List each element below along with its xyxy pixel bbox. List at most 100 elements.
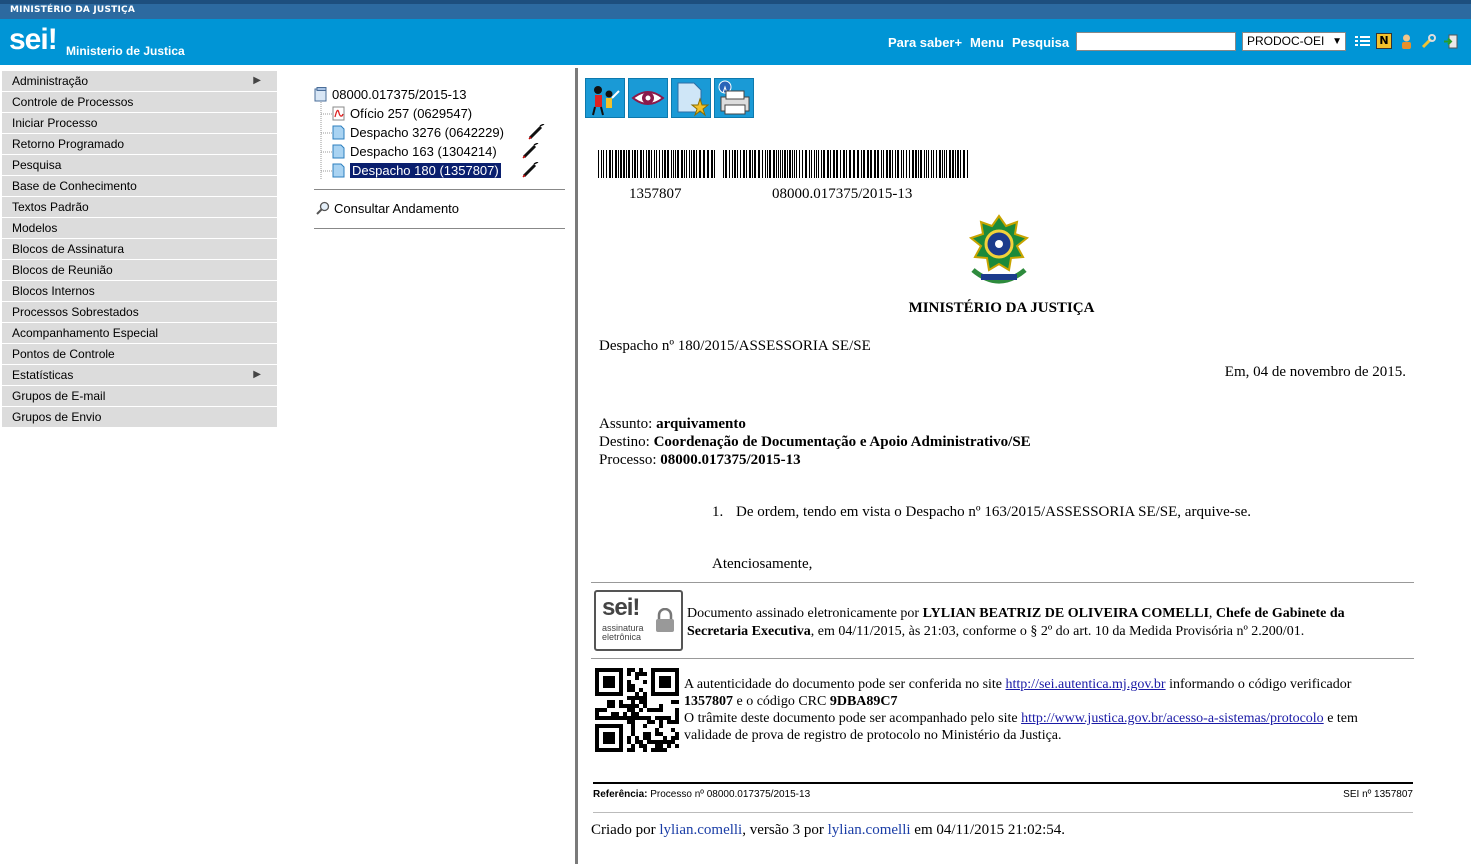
footer-text-2: , versão 3 por — [742, 822, 824, 838]
sidebar-menu: Administração ▶ Controle de Processos Ini… — [2, 71, 277, 428]
sidebar-item-controle-processos[interactable]: Controle de Processos — [2, 92, 277, 112]
creator-user-link[interactable]: lylian.comelli — [659, 822, 742, 838]
processo-value: 08000.017375/2015-13 — [660, 452, 801, 468]
para-saber-link[interactable]: Para saber+ — [888, 35, 962, 50]
sidebar-item-estatisticas[interactable]: Estatísticas ▶ — [2, 365, 277, 385]
pesquisa-link[interactable]: Pesquisa — [1012, 35, 1069, 50]
electronic-signature-stamp: sei! assinatura eletrônica — [594, 590, 683, 651]
sidebar-item-retorno-programado[interactable]: Retorno Programado — [2, 134, 277, 154]
sei-logo[interactable]: sei! — [9, 23, 58, 57]
signature-pen-icon[interactable] — [528, 124, 546, 140]
assunto-value: arquivamento — [656, 416, 746, 432]
barcode-right-number: 08000.017375/2015-13 — [772, 186, 913, 202]
header: sei! Ministerio de Justica Para saber+ M… — [0, 19, 1471, 65]
user-icon[interactable] — [1398, 33, 1415, 50]
sidebar-item-blocos-assinatura[interactable]: Blocos de Assinatura — [2, 239, 277, 259]
sidebar-item-modelos[interactable]: Modelos — [2, 218, 277, 238]
sidebar-item-blocos-internos[interactable]: Blocos Internos — [2, 281, 277, 301]
list-icon[interactable] — [1354, 33, 1371, 50]
tree-document-node[interactable]: Despacho 163 (1304214) — [332, 143, 497, 161]
consultar-andamento-link[interactable]: Consultar Andamento — [316, 200, 459, 218]
menu-link[interactable]: Menu — [970, 35, 1004, 50]
footer-text-1: Criado por — [591, 822, 656, 838]
chevron-right-icon: ▶ — [253, 75, 261, 86]
pdf-icon — [332, 106, 345, 121]
sidebar-item-pesquisa[interactable]: Pesquisa — [2, 155, 277, 175]
sidebar-item-grupos-email[interactable]: Grupos de E-mail — [2, 386, 277, 406]
auth-crc: 9DBA89C7 — [829, 694, 898, 709]
stamp-logo: sei! — [602, 594, 640, 621]
exit-icon[interactable] — [1442, 33, 1459, 50]
sidebar-item-label: Controle de Processos — [12, 95, 134, 109]
sidebar-item-label: Iniciar Processo — [12, 116, 98, 130]
editor-user-link[interactable]: lylian.comelli — [828, 822, 911, 838]
ref-label: Referência: — [593, 789, 648, 800]
processo-line: Processo: 08000.017375/2015-13 — [599, 452, 801, 469]
folder-icon — [314, 87, 327, 102]
sidebar-item-label: Estatísticas — [12, 368, 74, 382]
chevron-right-icon: ▶ — [253, 369, 261, 380]
tree-document-node[interactable]: Ofício 257 (0629547) — [332, 105, 472, 123]
sidebar-item-processos-sobrestados[interactable]: Processos Sobrestados — [2, 302, 277, 322]
tree-document-label: Despacho 180 (1357807) — [350, 163, 501, 178]
ministry-title: MINISTÉRIO DA JUSTIÇA — [10, 5, 135, 15]
track-line-1: O trâmite deste documento pode ser acomp… — [684, 710, 1358, 727]
sidebar-item-administracao[interactable]: Administração ▶ — [2, 71, 277, 91]
signature-text-line-2: Secretaria Executiva, em 04/11/2015, às … — [687, 623, 1304, 641]
sidebar-item-label: Processos Sobrestados — [12, 305, 139, 319]
tools-icon[interactable] — [1420, 33, 1437, 50]
sidebar-item-acompanhamento-especial[interactable]: Acompanhamento Especial — [2, 323, 277, 343]
version-footer: Criado por lylian.comelli, versão 3 por … — [591, 822, 1065, 839]
search-input[interactable] — [1076, 32, 1236, 51]
auth-line-2: 1357807 e o código CRC 9DBA89C7 — [684, 693, 898, 710]
doc-title: Despacho nº 180/2015/ASSESSORIA SE/SE — [599, 338, 871, 354]
track-link[interactable]: http://www.justica.gov.br/acesso-a-siste… — [1021, 711, 1324, 726]
tree-document-node[interactable]: Despacho 3276 (0642229) — [332, 124, 504, 142]
magnifier-icon — [316, 201, 330, 215]
divider — [593, 812, 1413, 813]
auth-text-1: A autenticidade do documento pode ser co… — [684, 677, 1003, 692]
coat-of-arms-emblem — [968, 214, 1030, 284]
sidebar-item-label: Administração — [12, 74, 89, 88]
auth-text-2: informando o código verificador — [1169, 677, 1352, 692]
sidebar-item-pontos-controle[interactable]: Pontos de Controle — [2, 344, 277, 364]
sidebar-item-label: Blocos Internos — [12, 284, 95, 298]
tree-document-label: Ofício 257 (0629547) — [350, 106, 473, 121]
unit-select-value: PRODOC-OEI — [1247, 34, 1325, 48]
document-icon — [332, 144, 345, 159]
assign-users-icon[interactable] — [585, 78, 625, 118]
top-bar: MINISTÉRIO DA JUSTIÇA — [0, 0, 1471, 19]
destino-label: Destino: — [599, 434, 650, 450]
sidebar-item-blocos-reuniao[interactable]: Blocos de Reunião — [2, 260, 277, 280]
auth-text-3: e o código CRC — [736, 694, 827, 709]
doc-date: Em, 04 de novembro de 2015. — [1224, 364, 1406, 380]
print-icon[interactable] — [714, 78, 754, 118]
barcode — [598, 150, 968, 178]
signer-role-2: Secretaria Executiva — [687, 624, 811, 639]
sidebar-item-label: Pesquisa — [12, 158, 62, 172]
panel-splitter[interactable] — [575, 68, 578, 864]
sig-text-1: Documento assinado eletronicamente por — [687, 606, 920, 621]
chevron-down-icon: ▼ — [1332, 36, 1342, 47]
signature-pen-icon[interactable] — [522, 162, 540, 178]
divider — [314, 228, 565, 229]
unit-select[interactable]: PRODOC-OEI ▼ — [1242, 32, 1346, 51]
notes-icon[interactable]: N — [1376, 33, 1392, 49]
divider — [314, 189, 565, 190]
sidebar-item-base-conhecimento[interactable]: Base de Conhecimento — [2, 176, 277, 196]
sidebar-item-label: Grupos de Envio — [12, 410, 102, 424]
document-icon — [332, 163, 345, 178]
favorite-doc-icon[interactable] — [671, 78, 711, 118]
sidebar-item-grupos-envio[interactable]: Grupos de Envio — [2, 407, 277, 427]
sidebar-item-label: Base de Conhecimento — [12, 179, 137, 193]
auth-link[interactable]: http://sei.autentica.mj.gov.br — [1006, 677, 1166, 692]
sidebar-item-iniciar-processo[interactable]: Iniciar Processo — [2, 113, 277, 133]
processo-label: Processo: — [599, 452, 657, 468]
tree-process-node[interactable]: 08000.017375/2015-13 — [314, 86, 466, 104]
auth-line-1: A autenticidade do documento pode ser co… — [684, 676, 1351, 693]
view-eye-icon[interactable] — [628, 78, 668, 118]
signature-pen-icon[interactable] — [522, 143, 540, 159]
sidebar-item-textos-padrao[interactable]: Textos Padrão — [2, 197, 277, 217]
tree-document-node-selected[interactable]: Despacho 180 (1357807) — [332, 162, 501, 180]
tree-document-label: Despacho 3276 (0642229) — [350, 125, 504, 140]
